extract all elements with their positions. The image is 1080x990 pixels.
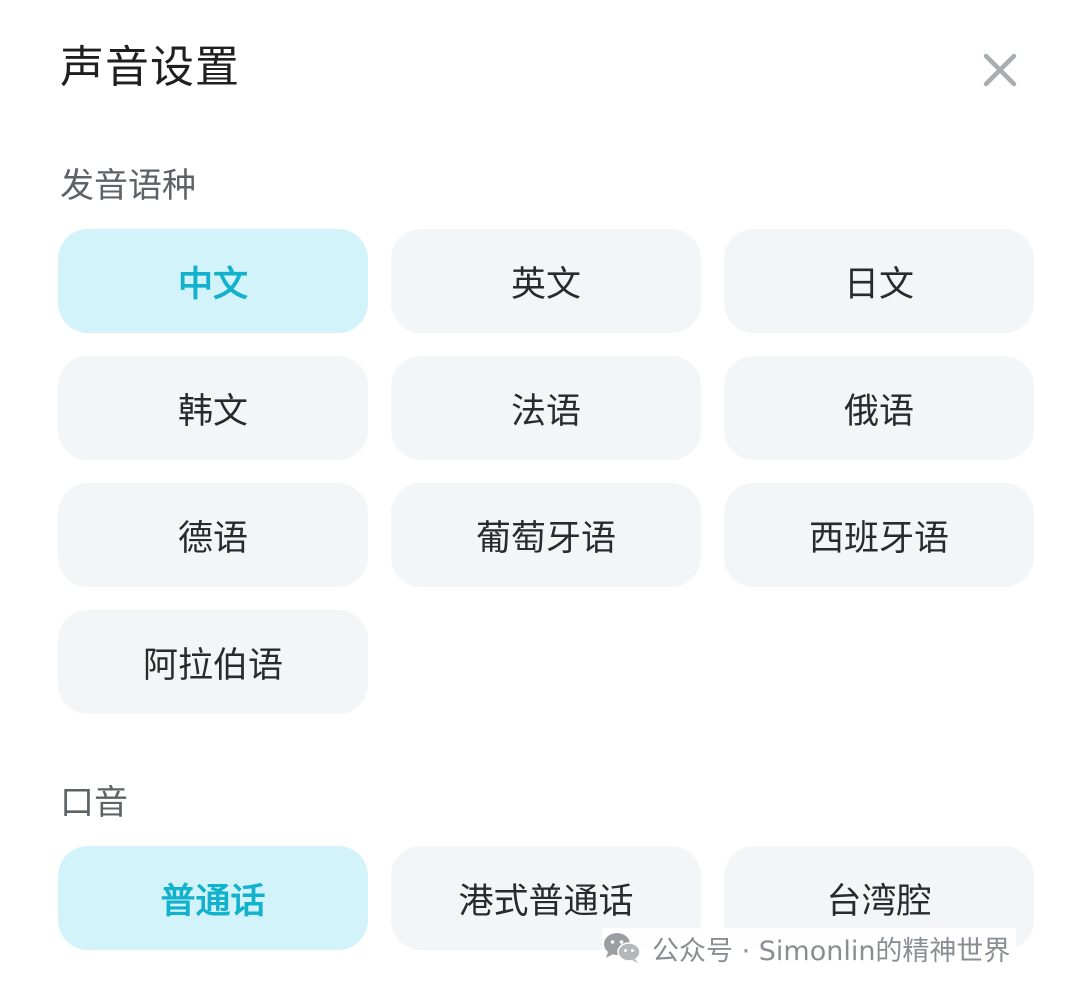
language-option-english[interactable]: 英文 [391,229,701,333]
watermark: 公众号 · Simonlin的精神世界 [602,928,1017,968]
language-option-spanish[interactable]: 西班牙语 [724,483,1034,587]
close-button[interactable] [972,42,1028,98]
wechat-icon [604,933,641,963]
watermark-text: 公众号 · Simonlin的精神世界 [652,935,1011,967]
language-option-russian[interactable]: 俄语 [724,356,1034,460]
close-icon [983,53,1017,87]
accent-section-label: 口音 [60,783,128,823]
accent-option-mandarin[interactable]: 普通话 [58,846,368,950]
language-option-portuguese[interactable]: 葡萄牙语 [391,483,701,587]
language-option-german[interactable]: 德语 [58,483,368,587]
language-option-korean[interactable]: 韩文 [58,356,368,460]
language-option-french[interactable]: 法语 [391,356,701,460]
language-option-chinese[interactable]: 中文 [58,229,368,333]
language-option-arabic[interactable]: 阿拉伯语 [58,610,368,714]
language-section-label: 发音语种 [60,166,196,206]
language-option-japanese[interactable]: 日文 [724,229,1034,333]
dialog-title: 声音设置 [60,42,240,93]
voice-settings-dialog: 声音设置 发音语种 中文 英文 日文 韩文 法语 俄语 德语 葡萄牙语 西班牙语… [0,0,1080,990]
